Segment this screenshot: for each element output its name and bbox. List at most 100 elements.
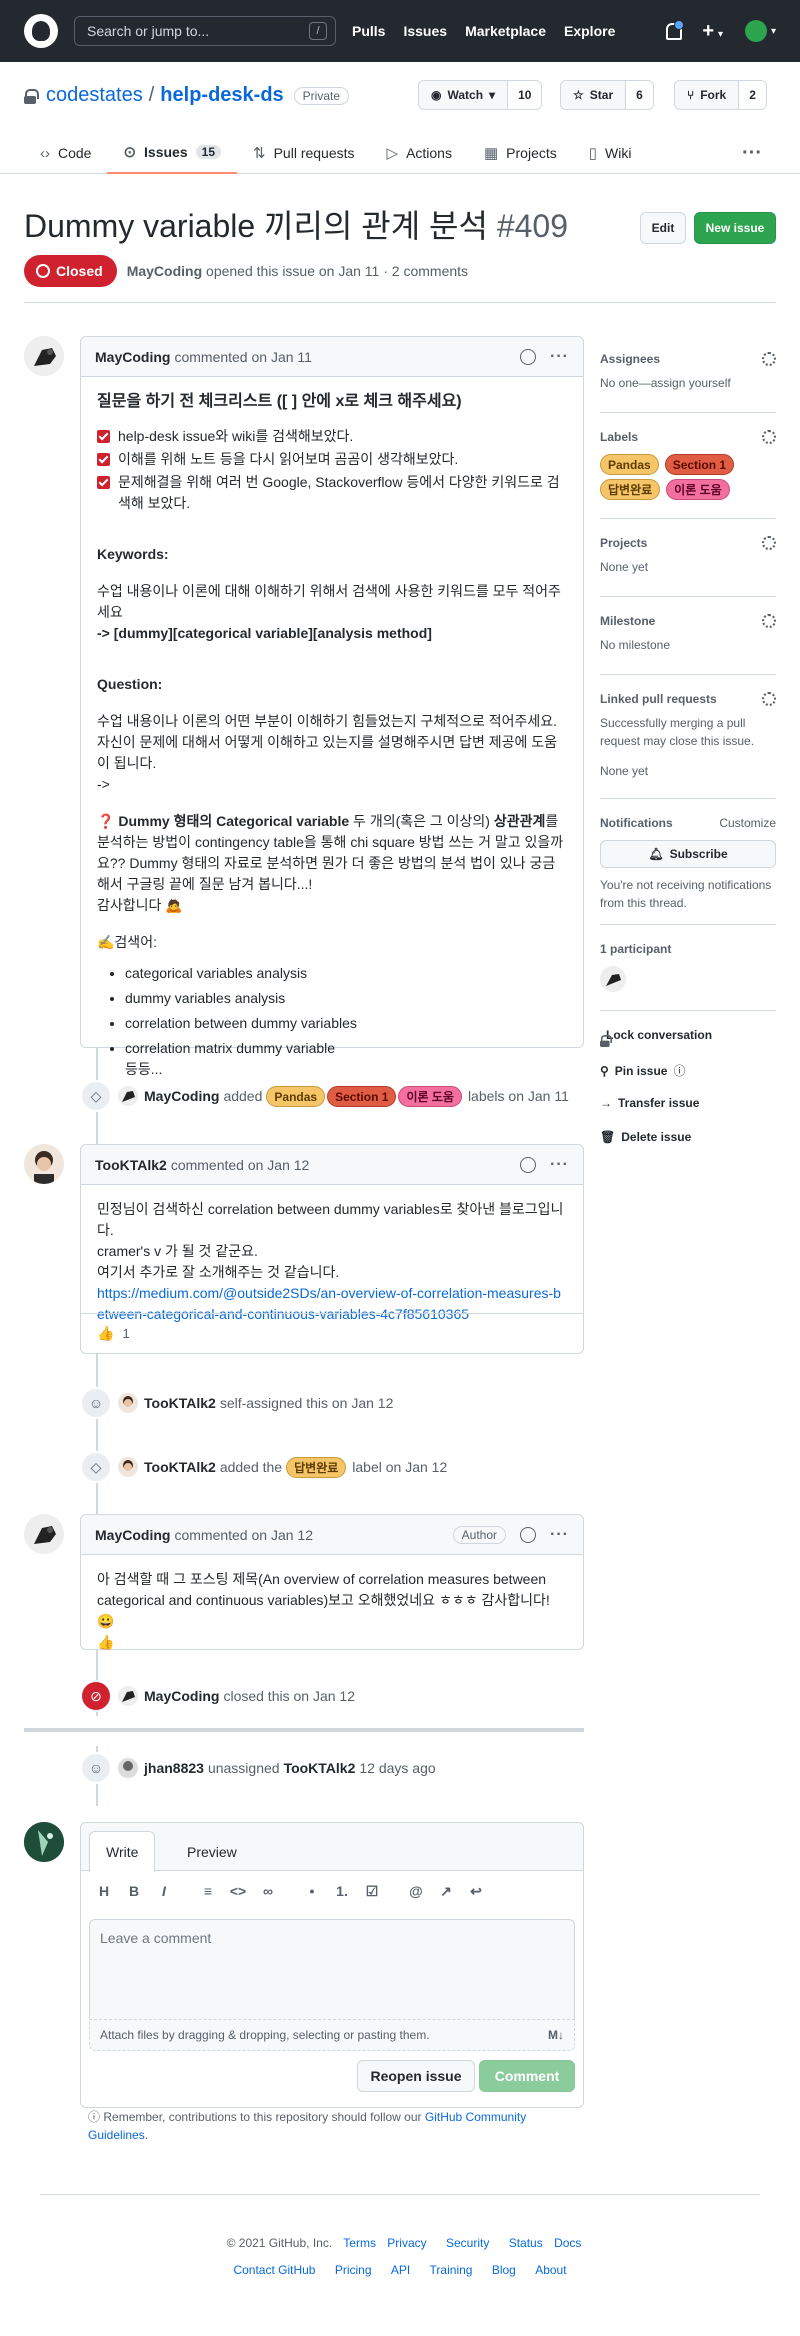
numbered-list-icon[interactable]: 1.	[327, 1883, 357, 1900]
gear-icon[interactable]	[762, 352, 776, 366]
event-author[interactable]: TooKTAlk2	[144, 1395, 216, 1411]
bullet-list-icon[interactable]: •	[297, 1883, 327, 1900]
footer-link-contact[interactable]: Contact GitHub	[233, 2263, 315, 2277]
label-section-1[interactable]: Section 1	[327, 1085, 397, 1107]
avatar[interactable]	[118, 1457, 138, 1477]
customize-link[interactable]: Customize	[719, 816, 776, 830]
tab-preview[interactable]: Preview	[171, 1831, 253, 1872]
thumbs-up-icon[interactable]: 👍	[97, 1325, 114, 1342]
bold-icon[interactable]: B	[119, 1883, 149, 1900]
comment-author[interactable]: MayCoding	[95, 1527, 170, 1543]
avatar[interactable]	[600, 966, 626, 992]
kebab-menu-icon[interactable]: ···	[550, 1156, 569, 1174]
reply-icon[interactable]: ↩	[461, 1883, 491, 1900]
user-menu[interactable]: ▾	[744, 20, 776, 42]
footer-link-terms[interactable]: Terms	[343, 2236, 376, 2250]
transfer-issue-link[interactable]: → Transfer issue	[600, 1096, 699, 1110]
event-author[interactable]: MayCoding	[144, 1688, 219, 1704]
tab-actions[interactable]: ▷ Actions	[371, 132, 468, 174]
watch-button[interactable]: ◉ Watch ▾	[419, 81, 509, 109]
tab-code[interactable]: ‹› Code	[24, 132, 107, 174]
nav-pulls[interactable]: Pulls	[352, 23, 385, 39]
avatar[interactable]	[24, 1514, 64, 1554]
avatar[interactable]	[118, 1393, 138, 1413]
comment-timestamp[interactable]: commented on Jan 11	[174, 349, 312, 365]
lock-conversation-link[interactable]: Lock conversation	[600, 1028, 712, 1050]
nav-marketplace[interactable]: Marketplace	[465, 23, 546, 39]
tab-write[interactable]: Write	[89, 1831, 156, 1872]
label-theory-help[interactable]: 이론 도움	[398, 1085, 462, 1107]
more-tabs-icon[interactable]: ···	[742, 142, 762, 165]
issue-author[interactable]: MayCoding	[127, 263, 202, 279]
footer-link-pricing[interactable]: Pricing	[335, 2263, 372, 2277]
footer-link-docs[interactable]: Docs	[554, 2236, 581, 2250]
reopen-issue-button[interactable]: Reopen issue	[357, 2060, 475, 2092]
code-icon[interactable]: <>	[223, 1883, 253, 1900]
pin-issue-link[interactable]: ⚲ Pin issue ⓘ	[600, 1062, 686, 1079]
label-pandas[interactable]: Pandas	[266, 1085, 326, 1107]
fork-count[interactable]: 2	[739, 81, 766, 109]
repo-name-link[interactable]: help-desk-ds	[160, 84, 283, 107]
tab-wiki[interactable]: ▯ Wiki	[573, 132, 648, 174]
delete-issue-link[interactable]: 🗑︎ Delete issue	[600, 1130, 691, 1144]
comment-timestamp[interactable]: commented on Jan 12	[171, 1157, 310, 1173]
notifications-bell-icon[interactable]	[664, 20, 685, 40]
kebab-menu-icon[interactable]: ···	[550, 1526, 569, 1544]
reference-icon[interactable]: ↗	[431, 1883, 461, 1900]
italic-icon[interactable]: I	[149, 1883, 179, 1900]
sidebar-heading[interactable]: Projects	[600, 536, 776, 550]
edit-button[interactable]: Edit	[640, 212, 686, 244]
footer-link-training[interactable]: Training	[430, 2263, 473, 2277]
event-target[interactable]: TooKTAlk2	[284, 1760, 356, 1776]
event-suffix[interactable]: label on Jan 12	[352, 1459, 447, 1475]
avatar[interactable]	[24, 1822, 64, 1862]
avatar[interactable]	[118, 1758, 138, 1778]
gear-icon[interactable]	[762, 614, 776, 628]
footer-link-status[interactable]: Status	[509, 2236, 543, 2250]
sidebar-heading[interactable]: Linked pull requests	[600, 692, 776, 706]
link-icon[interactable]: ∞	[253, 1883, 283, 1900]
search-input[interactable]: Search or jump to... /	[74, 16, 336, 46]
mention-icon[interactable]: @	[401, 1883, 431, 1900]
comment-timestamp[interactable]: commented on Jan 12	[174, 1527, 313, 1543]
label-theory-help[interactable]: 이론 도움	[666, 479, 730, 500]
sidebar-heading[interactable]: Labels	[600, 430, 776, 444]
tab-pull-requests[interactable]: ⇅ Pull requests	[237, 132, 371, 174]
avatar[interactable]	[24, 336, 64, 376]
kebab-menu-icon[interactable]: ···	[550, 348, 569, 366]
star-count[interactable]: 6	[626, 81, 653, 109]
task-list-icon[interactable]: ☑	[357, 1883, 387, 1900]
watch-count[interactable]: 10	[508, 81, 542, 109]
event-author[interactable]: TooKTAlk2	[144, 1459, 216, 1475]
emoji-reaction-icon[interactable]	[520, 348, 537, 365]
checked-checkbox-icon[interactable]	[97, 430, 110, 443]
avatar[interactable]	[118, 1086, 138, 1106]
fork-button[interactable]: ⑂ Fork	[675, 81, 740, 109]
gear-icon[interactable]	[762, 692, 776, 706]
comment-author[interactable]: MayCoding	[95, 349, 170, 365]
label-answered[interactable]: 답변완료	[286, 1456, 347, 1478]
info-icon[interactable]: ⓘ	[673, 1062, 685, 1079]
assignees-value[interactable]: No one—assign yourself	[600, 374, 776, 392]
create-new-menu[interactable]: + ▾	[702, 20, 723, 43]
event-text[interactable]: closed this on Jan 12	[223, 1688, 355, 1704]
nav-issues[interactable]: Issues	[403, 23, 447, 39]
event-time[interactable]: 12 days ago	[359, 1760, 435, 1776]
tab-issues[interactable]: ⊙ Issues 15	[107, 132, 237, 174]
event-author[interactable]: jhan8823	[144, 1760, 204, 1776]
sidebar-heading[interactable]: Milestone	[600, 614, 776, 628]
gear-icon[interactable]	[762, 536, 776, 550]
checked-checkbox-icon[interactable]	[97, 476, 110, 489]
new-issue-button[interactable]: New issue	[694, 212, 776, 244]
comment-author[interactable]: TooKTAlk2	[95, 1157, 167, 1173]
nav-explore[interactable]: Explore	[564, 23, 615, 39]
avatar[interactable]	[118, 1686, 138, 1706]
tab-projects[interactable]: ▦ Projects	[468, 132, 573, 174]
emoji-reaction-icon[interactable]	[520, 1156, 537, 1173]
footer-link-api[interactable]: API	[391, 2263, 410, 2277]
footer-link-blog[interactable]: Blog	[492, 2263, 516, 2277]
subscribe-button[interactable]: 🔔︎ Subscribe	[600, 840, 776, 868]
event-author[interactable]: MayCoding	[144, 1088, 219, 1104]
gear-icon[interactable]	[762, 430, 776, 444]
emoji-reaction-icon[interactable]	[520, 1526, 537, 1543]
